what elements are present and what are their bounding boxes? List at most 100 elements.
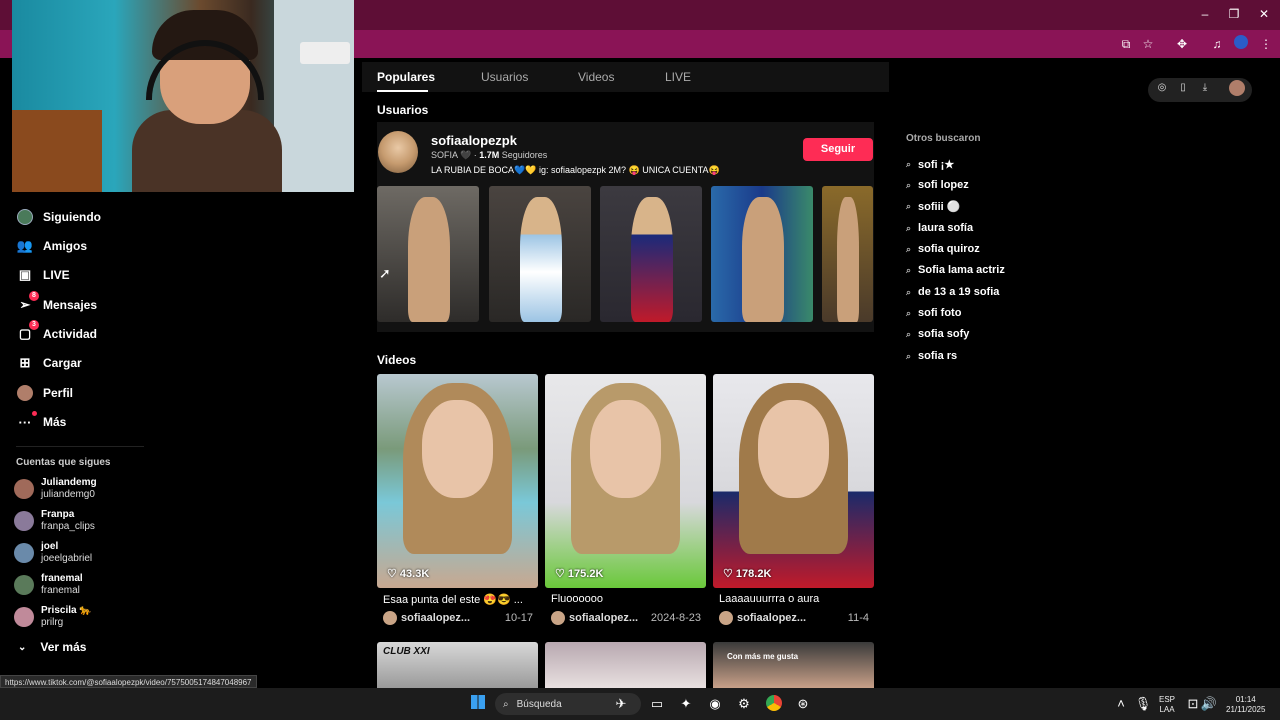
video-card[interactable]: ♡ 178.2K (713, 374, 874, 588)
suggested-search[interactable]: ⌕ laura sofía (906, 222, 973, 234)
sidebar-item-following[interactable]: Siguiendo (16, 205, 101, 229)
video-likes: ♡ 178.2K (723, 568, 772, 580)
app-icon[interactable]: ⊛ (794, 695, 812, 713)
suggested-search[interactable]: ⌕ sofi ¡★ (906, 158, 954, 171)
user-nickname: SOFIA 🖤 (431, 150, 472, 160)
download-icon[interactable]: ⤓ (1198, 82, 1212, 93)
messages-icon: ➢ 8 (16, 291, 39, 314)
tab-popular[interactable]: Populares (377, 70, 435, 84)
widget-icon[interactable]: ✈ (612, 695, 630, 713)
suggested-search[interactable]: ⌕ sofi lopez (906, 179, 969, 191)
tab-videos[interactable]: Videos (578, 70, 614, 84)
sidebar-item-live[interactable]: ▣ LIVE (16, 263, 70, 287)
user-video-thumbnail[interactable] (600, 186, 702, 322)
sidebar-item-upload[interactable]: ⊞ Cargar (16, 351, 82, 375)
suggested-search[interactable]: ⌕ sofiii ⚪ (906, 200, 960, 213)
user-username[interactable]: sofiaalopezpk (431, 133, 517, 148)
video-description: Fluoooooo (551, 593, 603, 605)
sidebar-item-activity[interactable]: ▢ 3 Actividad (16, 320, 97, 346)
sidebar-item-friends[interactable]: 👥 Amigos (16, 234, 87, 258)
discord-icon[interactable]: ◉ (706, 695, 724, 713)
microphone-icon[interactable]: 🎙 (1134, 695, 1152, 713)
system-clock[interactable]: 01:14 21/11/2025 (1226, 695, 1265, 715)
user-video-thumbnail[interactable] (711, 186, 813, 322)
maximize-button[interactable]: ❐ (1224, 6, 1244, 22)
avatar[interactable] (1229, 80, 1245, 99)
see-more-button[interactable]: ⌄ Ver más (18, 640, 86, 654)
tab-live[interactable]: LIVE (665, 70, 691, 84)
volume-icon[interactable]: 🔊 (1200, 695, 1218, 713)
video-card[interactable] (545, 642, 706, 688)
users-section-title: Usuarios (377, 103, 429, 117)
cast-icon[interactable]: ⧉ (1117, 35, 1135, 53)
video-card[interactable]: CLUB XXI (377, 642, 538, 688)
suggested-search[interactable]: ⌕ sofia sofy (906, 328, 969, 340)
language-indicator[interactable]: ESP LAA (1159, 695, 1175, 715)
suggested-search[interactable]: ⌕ sofia quiroz (906, 243, 980, 255)
tab-users[interactable]: Usuarios (481, 70, 528, 84)
search-icon: ⌕ (906, 350, 912, 361)
avatar (551, 611, 565, 625)
extensions-icon[interactable]: ✥ (1173, 35, 1191, 53)
suggested-search[interactable]: ⌕ sofi foto (906, 307, 961, 319)
profile-avatar-icon (16, 384, 34, 402)
windows-start-icon[interactable] (469, 695, 487, 713)
user-avatar[interactable] (378, 131, 418, 173)
user-video-thumbnail[interactable] (822, 186, 873, 322)
suggested-search[interactable]: ⌕ de 13 a 19 sofia (906, 286, 999, 298)
live-icon: ▣ (18, 267, 32, 282)
media-icon[interactable]: ♫ (1208, 35, 1226, 53)
coins-icon[interactable]: ◎ (1155, 82, 1169, 93)
friends-icon: 👥 (16, 238, 34, 253)
video-card[interactable]: ♡ 43.3K (377, 374, 538, 588)
chevron-up-icon[interactable]: ˄ (1112, 695, 1130, 713)
webcam-overlay (12, 0, 354, 192)
video-card[interactable]: Con más me gusta (713, 642, 874, 688)
follow-button[interactable]: Seguir (803, 138, 873, 161)
sidebar-item-more[interactable]: ··· Más (16, 410, 66, 434)
task-view-icon[interactable]: ▭ (648, 695, 666, 713)
more-icon: ··· (16, 411, 37, 431)
following-account[interactable]: Juliandemg juliandemg0 (14, 475, 97, 503)
device-icon[interactable]: ▯ (1176, 82, 1190, 93)
following-account[interactable]: Priscila 🐆 prilrg (14, 603, 92, 631)
activity-badge: 3 (29, 320, 39, 330)
video-author: sofiaalopez... (401, 612, 471, 624)
video-date: 11-4 (847, 612, 869, 624)
video-card[interactable]: ♡ 175.2K (545, 374, 706, 588)
profile-icon[interactable] (1232, 35, 1250, 53)
search-icon: ⌕ (906, 307, 912, 318)
user-meta: SOFIA 🖤 · 1.7M Seguidores (431, 150, 548, 160)
following-account[interactable]: joel joeelgabriel (14, 539, 92, 567)
user-followers-label: Seguidores (501, 150, 548, 160)
video-meta[interactable]: sofiaalopez... 2024-8-23 (551, 610, 701, 626)
video-author: sofiaalopez... (569, 612, 639, 624)
video-meta[interactable]: sofiaalopez... 10-17 (383, 610, 533, 626)
copilot-icon[interactable]: ✦ (677, 695, 695, 713)
sidebar-item-profile[interactable]: Perfil (16, 381, 73, 405)
user-video-thumbnail[interactable] (489, 186, 591, 322)
video-description: Laaaauuurrra o aura (719, 593, 820, 605)
search-icon: ⌕ (906, 264, 912, 275)
star-icon[interactable]: ☆ (1139, 35, 1157, 53)
minimize-button[interactable]: – (1195, 6, 1215, 22)
avatar (14, 607, 34, 627)
following-account[interactable]: franemal franemal (14, 571, 83, 599)
user-video-thumbnail[interactable] (377, 186, 479, 322)
menu-icon[interactable]: ⋮ (1257, 35, 1275, 53)
following-account[interactable]: Franpa franpa_clips (14, 507, 95, 535)
sidebar-item-messages[interactable]: ➢ 8 Mensajes (16, 291, 97, 317)
video-date: 10-17 (504, 612, 533, 624)
activity-icon: ▢ 3 (16, 320, 39, 343)
active-tab-indicator (377, 90, 428, 92)
upload-icon: ⊞ (19, 355, 31, 370)
avatar (14, 479, 34, 499)
suggested-search[interactable]: ⌕ Sofia lama actriz (906, 264, 1005, 276)
chrome-icon[interactable] (765, 695, 783, 713)
close-button[interactable]: ✕ (1254, 6, 1274, 22)
search-icon: ⌕ (906, 286, 912, 297)
settings-gear-icon[interactable]: ⚙ (735, 695, 753, 713)
video-caption: Con más me gusta (727, 652, 799, 661)
video-meta[interactable]: sofiaalopez... 11-4 (719, 610, 869, 626)
suggested-search[interactable]: ⌕ sofia rs (906, 350, 957, 362)
